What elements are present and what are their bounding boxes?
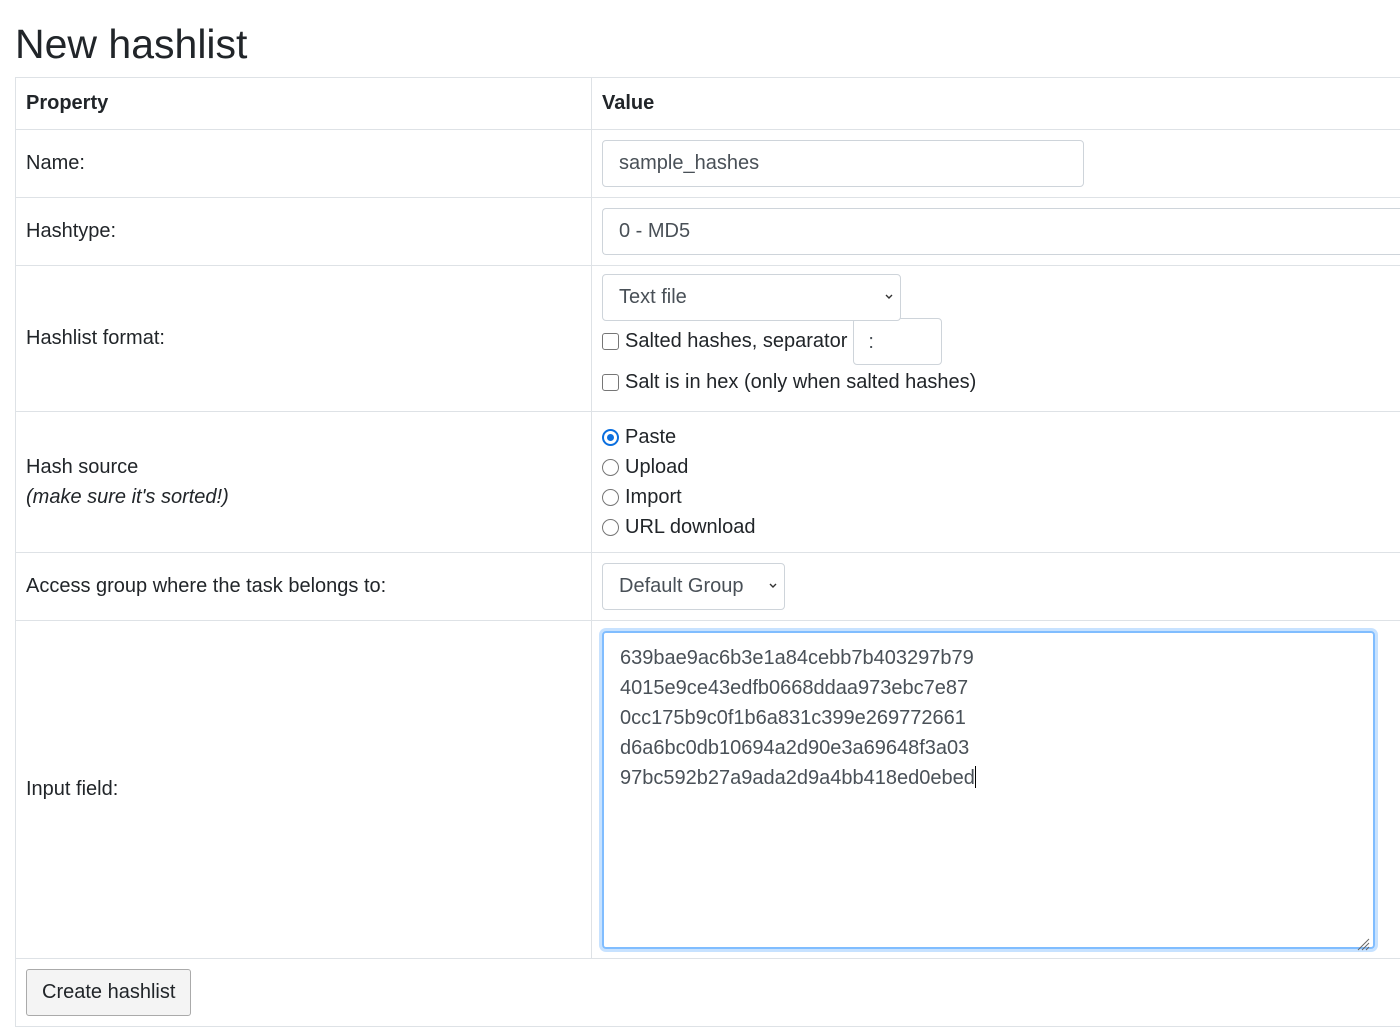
input-field-cell: 639bae9ac6b3e1a84cebb7b403297b79 4015e9c… <box>591 620 1400 959</box>
hash-line: 4015e9ce43edfb0668ddaa973ebc7e87 <box>620 676 969 699</box>
table-row: Name: sample_hashes <box>15 129 1400 198</box>
input-field-label: Input field: <box>15 620 592 959</box>
source-label: Hash source <box>26 456 139 478</box>
hashtype-cell: 0 - MD5 <box>591 197 1400 266</box>
format-cell: Text file Salted hashes, separator : Sal… <box>591 265 1400 412</box>
submit-cell: Create hashlist <box>15 958 1400 1027</box>
radio-url-download[interactable] <box>602 518 619 536</box>
hash-line: 639bae9ac6b3e1a84cebb7b403297b79 <box>620 646 974 669</box>
source-label-cell: Hash source (make sure it's sorted!) <box>15 411 592 553</box>
radio-paste[interactable] <box>602 428 619 446</box>
hash-line: 97bc592b27a9ada2d9a4bb418ed0ebed <box>620 766 975 789</box>
table-row: Access group where the task belongs to: … <box>15 552 1400 621</box>
hashlist-form-table: Property Value Name: sample_hashes Hasht… <box>15 77 1400 1027</box>
source-option-paste[interactable]: Paste <box>602 422 1400 452</box>
access-group-select[interactable]: Default Group <box>602 563 785 610</box>
table-row: Hashtype: 0 - MD5 <box>15 197 1400 266</box>
create-hashlist-button[interactable]: Create hashlist <box>26 969 192 1016</box>
source-hint: (make sure it's sorted!) <box>26 486 229 508</box>
access-group-cell: Default Group <box>591 552 1400 621</box>
radio-upload[interactable] <box>602 458 619 476</box>
table-header-row: Property Value <box>15 77 1400 130</box>
name-cell: sample_hashes <box>591 129 1400 198</box>
format-label: Hashlist format: <box>15 265 592 412</box>
table-row: Create hashlist <box>15 958 1400 1027</box>
radio-import[interactable] <box>602 488 619 506</box>
format-select[interactable]: Text file <box>602 274 901 321</box>
header-property: Property <box>15 77 592 130</box>
hash-line: 0cc175b9c0f1b6a831c399e269772661 <box>620 706 966 729</box>
salted-option: Salted hashes, separator : <box>602 318 1400 365</box>
hash-input-textarea[interactable]: 639bae9ac6b3e1a84cebb7b403297b79 4015e9c… <box>602 630 1375 950</box>
table-row: Hashlist format: Text file Salted hashes… <box>15 265 1400 412</box>
access-group-value: Default Group <box>619 575 744 597</box>
source-option-upload[interactable]: Upload <box>602 452 1400 482</box>
page-title: New hashlist <box>15 21 248 67</box>
hex-label: Salt is in hex (only when salted hashes) <box>625 371 977 393</box>
source-option-label: Upload <box>625 455 689 478</box>
salted-checkbox[interactable] <box>602 333 619 350</box>
resize-handle-icon[interactable] <box>1356 930 1370 950</box>
source-option-label: Import <box>625 485 682 508</box>
source-cell: Paste Upload Import URL download <box>591 411 1400 553</box>
chevron-down-icon <box>768 564 778 627</box>
source-option-label: URL download <box>625 515 756 538</box>
hash-line-last: 97bc592b27a9ada2d9a4bb418ed0ebed <box>620 763 1357 793</box>
header-value: Value <box>591 77 1400 130</box>
source-option-label: Paste <box>625 425 677 448</box>
format-select-value: Text file <box>619 286 687 308</box>
separator-input[interactable]: : <box>853 318 943 365</box>
access-group-label: Access group where the task belongs to: <box>15 552 592 621</box>
hex-checkbox[interactable] <box>602 374 619 391</box>
source-option-url-download[interactable]: URL download <box>602 512 1400 542</box>
hashtype-label: Hashtype: <box>15 197 592 266</box>
text-caret <box>974 765 976 788</box>
name-label: Name: <box>15 129 592 198</box>
hex-option: Salt is in hex (only when salted hashes) <box>602 362 1400 403</box>
chevron-down-icon <box>884 275 894 338</box>
table-row: Hash source (make sure it's sorted!) Pas… <box>15 411 1400 553</box>
table-row: Input field: 639bae9ac6b3e1a84cebb7b4032… <box>15 620 1400 959</box>
hash-line: d6a6bc0db10694a2d90e3a69648f3a03 <box>620 736 970 759</box>
name-input[interactable]: sample_hashes <box>602 140 1084 187</box>
page: New hashlist Property Value Name: sample… <box>0 0 1400 1035</box>
hashtype-input[interactable]: 0 - MD5 <box>602 208 1400 255</box>
salted-label: Salted hashes, separator <box>625 330 848 352</box>
source-option-import[interactable]: Import <box>602 482 1400 512</box>
